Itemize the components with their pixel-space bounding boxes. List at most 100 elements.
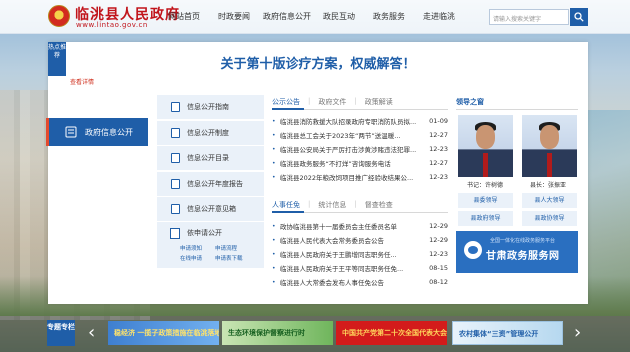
chat-icon — [63, 155, 73, 165]
gansu-service-banner[interactable]: 全国一体化在线政务服务平台 甘肃政务服务网 — [456, 231, 578, 273]
tab-separator: | — [308, 200, 311, 208]
document-icon — [171, 204, 180, 214]
news-date: 12-29 — [429, 222, 448, 230]
county-congress-leaders-button[interactable]: 县人大领导 — [522, 193, 577, 208]
leader-photo-county-head[interactable] — [522, 115, 577, 177]
list-item[interactable]: • 临洮县公安局关于严厉打击涉黄涉赌违法犯罪... 12-23 — [272, 142, 448, 156]
tab-separator: | — [308, 97, 311, 105]
info-link-annual-report[interactable]: 信息公开年度报告 — [157, 171, 264, 196]
list-item[interactable]: • 临洮县人民代表大会常务委员会公告 12-29 — [272, 233, 448, 247]
news-date: 08-12 — [429, 278, 448, 286]
search-button[interactable] — [570, 8, 588, 26]
bullet-icon: • — [272, 264, 276, 272]
info-link-label: 信息公开年度报告 — [187, 179, 243, 188]
bullet-icon: • — [272, 117, 276, 125]
search-icon — [574, 12, 584, 22]
news-title: 政协临洮县第十一届委员会主任委员名单 — [280, 223, 397, 231]
tab-active-indicator — [272, 108, 304, 110]
special-banner-party-congress[interactable]: 中国共产党第二十次全国代表大会 — [336, 321, 447, 345]
nav-news[interactable]: 时政要闻 — [218, 11, 250, 22]
list-item[interactable]: • 政协临洮县第十一届委员会主任委员名单 12-29 — [272, 219, 448, 233]
landmark-icon — [63, 211, 73, 222]
apply-notice-link[interactable]: 申请须知 — [180, 244, 202, 252]
special-banner-rural-assets[interactable]: 农村集体“三资”管理公开 — [452, 321, 563, 345]
leader-caption: 县长：张振亚 — [530, 182, 567, 189]
info-link-system[interactable]: 信息公开制度 — [157, 120, 264, 145]
view-details-link[interactable]: 查看详情 — [70, 77, 94, 86]
special-banner-eco-protection[interactable]: 生态环境保护督察进行时 — [222, 321, 333, 345]
service-icon — [63, 182, 73, 193]
nav-home[interactable]: 网站首页 — [168, 11, 200, 22]
news-title: 临洮县2022年粮改饲项目推广经验收结果公... — [280, 174, 414, 182]
gansu-subtitle: 全国一体化在线政务服务平台 — [490, 238, 556, 244]
news-date: 08-15 — [429, 264, 448, 272]
tab-statistics[interactable]: 统计信息 — [318, 200, 346, 212]
bullet-icon: • — [272, 145, 276, 153]
news-date: 01-09 — [429, 117, 448, 125]
search-input[interactable]: 请输入搜索关键字 — [489, 9, 569, 25]
document-icon — [171, 153, 180, 163]
news-date: 12-23 — [429, 250, 448, 258]
news-title: 临洮县公安局关于严厉打击涉黄涉赌违法犯罪... — [280, 146, 417, 154]
info-icon — [65, 126, 77, 138]
sidebar-item-navigation[interactable]: 贴群导航 — [46, 230, 148, 258]
tab-gov-documents[interactable]: 政府文件 — [318, 97, 346, 109]
tab-inspection[interactable]: 督查检查 — [365, 200, 393, 212]
sidebar: 时政要闻 政府信息公开 政民互动 政务服务 走进临洮 贴群导航 — [46, 90, 148, 258]
sidebar-item-news[interactable]: 时政要闻 — [46, 90, 148, 118]
nav-about-lintao[interactable]: 走进临洮 — [423, 11, 455, 22]
bullet-icon: • — [272, 173, 276, 181]
leader-caption: 书记：许树德 — [467, 182, 504, 189]
news-title: 临洮县消防救援大队招录政府专职消防队员拟... — [280, 118, 417, 126]
apply-process-link[interactable]: 申请流程 — [215, 244, 237, 252]
personnel-list: • 政协临洮县第十一届委员会主任委员名单 12-29 • 临洮县人民代表大会常务委员会… — [272, 219, 448, 289]
info-link-catalog[interactable]: 信息公开目录 — [157, 146, 264, 170]
gansu-logo-icon — [464, 241, 482, 259]
county-committee-leaders-button[interactable]: 县委领导 — [458, 193, 513, 208]
news-title: 临洮县人民政府关于王平等同志职务任免... — [280, 265, 404, 273]
list-item[interactable]: • 临洮县2022年粮改饲项目推广经验收结果公... 12-23 — [272, 170, 448, 184]
nav-interaction[interactable]: 政民互动 — [323, 11, 355, 22]
news-date: 12-27 — [429, 159, 448, 167]
info-link-label: 信息公开指南 — [187, 103, 229, 111]
leadership-divider — [456, 109, 578, 110]
bullet-icon: • — [272, 131, 276, 139]
apply-title[interactable]: 依申请公开 — [187, 228, 222, 238]
news-title: 临洮县人民政府关于王鹏增同志职务任... — [280, 251, 397, 259]
list-item[interactable]: • 临洮县人大常委会发布人事任免公告 08-12 — [272, 275, 448, 289]
tab-separator: | — [354, 200, 357, 208]
sidebar-item-services[interactable]: 政务服务 — [46, 174, 148, 202]
nav-info-disclosure[interactable]: 政府信息公开 — [263, 11, 311, 22]
national-emblem-icon — [48, 5, 70, 27]
news-date: 12-29 — [429, 236, 448, 244]
list-item[interactable]: • 临洮县政务服务“不打烊”咨询服务电话 12-27 — [272, 156, 448, 170]
apply-online-link[interactable]: 在线申请 — [180, 254, 202, 262]
news-date: 12-27 — [429, 131, 448, 139]
special-topics-tag: 专题专栏 — [47, 320, 75, 346]
site-header: 临洮县人民政府 www.lintao.gov.cn 网站首页 时政要闻 政府信息… — [0, 0, 630, 34]
sidebar-item-about[interactable]: 走进临洮 — [46, 202, 148, 230]
news-title: 临洮县人民代表大会常务委员会公告 — [280, 237, 384, 245]
headline-link[interactable]: 关于第十版诊疗方案，权威解答！ — [48, 53, 588, 72]
carousel-prev-icon[interactable]: ‹ — [88, 322, 100, 344]
apply-disclosure-box: 依申请公开 申请须知 申请流程 在线申请 申请表下载 — [157, 222, 264, 268]
county-cppcc-leaders-button[interactable]: 县政协领导 — [522, 211, 577, 226]
info-link-label: 信息公开制度 — [187, 128, 229, 137]
county-government-leaders-button[interactable]: 县政府领导 — [458, 211, 513, 226]
news-date: 12-23 — [429, 173, 448, 181]
special-banner-economy[interactable]: 稳经济 一揽子政策措施在临洮落地 — [108, 321, 219, 345]
list-item[interactable]: • 临洮县总工会关于2023年“两节”送温暖... 12-27 — [272, 128, 448, 142]
info-link-feedback-box[interactable]: 信息公开意见箱 — [157, 197, 264, 221]
list-item[interactable]: • 临洮县人民政府关于王平等同志职务任免... 08-15 — [272, 261, 448, 275]
carousel-next-icon[interactable]: › — [574, 322, 586, 344]
tab-policy-interpretation[interactable]: 政策解读 — [365, 97, 393, 109]
apply-form-download-link[interactable]: 申请表下载 — [215, 254, 243, 262]
list-item[interactable]: • 临洮县消防救援大队招录政府专职消防队员拟... 01-09 — [272, 114, 448, 128]
leader-photo-secretary[interactable] — [458, 115, 513, 177]
news-date: 12-23 — [429, 145, 448, 153]
info-link-guide[interactable]: 信息公开指南 — [157, 95, 264, 119]
sidebar-item-info-disclosure[interactable]: 政府信息公开 — [46, 118, 148, 146]
list-item[interactable]: • 临洮县人民政府关于王鹏增同志职务任... 12-23 — [272, 247, 448, 261]
nav-services[interactable]: 政务服务 — [373, 11, 405, 22]
sidebar-item-interaction[interactable]: 政民互动 — [46, 146, 148, 174]
